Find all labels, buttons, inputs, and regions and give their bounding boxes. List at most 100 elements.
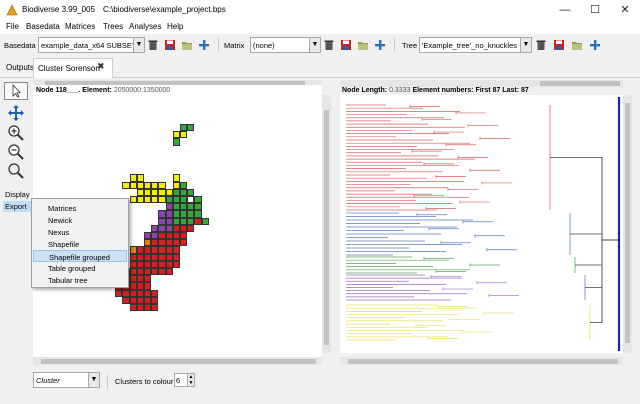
map-cell[interactable]	[129, 296, 137, 304]
matrix-dropdown-icon[interactable]: ▼	[309, 37, 321, 53]
map-cell[interactable]	[165, 196, 173, 204]
map-cell[interactable]	[144, 253, 152, 261]
map-cell[interactable]	[151, 246, 159, 254]
map-cell[interactable]	[194, 217, 202, 225]
export-shapefile[interactable]: Shapefile	[33, 238, 127, 250]
map-cell[interactable]	[151, 253, 159, 261]
map-cell[interactable]	[172, 174, 180, 182]
map-cell[interactable]	[136, 268, 144, 276]
export-nexus[interactable]: Nexus	[33, 226, 127, 238]
map-cell[interactable]	[144, 239, 152, 247]
map-cell[interactable]	[187, 217, 195, 225]
colour-by-select[interactable]: Cluster	[33, 372, 89, 388]
map-cell[interactable]	[144, 260, 152, 268]
map-cell[interactable]	[136, 181, 144, 189]
select-tool[interactable]	[4, 82, 28, 100]
map-cell[interactable]	[158, 196, 166, 204]
map-cell[interactable]	[129, 196, 137, 204]
map-cell[interactable]	[187, 124, 195, 132]
map-cell[interactable]	[180, 232, 188, 240]
dendrogram[interactable]	[340, 95, 623, 353]
map-cell[interactable]	[151, 304, 159, 312]
trash-icon[interactable]	[323, 39, 335, 51]
map-cell[interactable]	[165, 260, 173, 268]
trash-icon[interactable]	[147, 39, 159, 51]
map-cell[interactable]	[180, 124, 188, 132]
map-cell[interactable]	[129, 282, 137, 290]
save-icon[interactable]	[340, 39, 352, 51]
map-cell[interactable]	[172, 239, 180, 247]
map-cell[interactable]	[187, 210, 195, 218]
map-cell[interactable]	[165, 203, 173, 211]
map-cell[interactable]	[144, 181, 152, 189]
add-icon[interactable]	[589, 39, 601, 51]
map-cell[interactable]	[144, 188, 152, 196]
save-icon[interactable]	[553, 39, 565, 51]
map-cell[interactable]	[144, 275, 152, 283]
map-cell[interactable]	[165, 246, 173, 254]
close-window-button[interactable]: ✕	[610, 1, 640, 19]
display-menu[interactable]: Display	[5, 190, 30, 199]
map-cell[interactable]	[136, 289, 144, 297]
close-tab-icon[interactable]: ✖	[97, 61, 105, 72]
map-cell[interactable]	[129, 174, 137, 182]
map-cell[interactable]	[187, 224, 195, 232]
map-cell[interactable]	[172, 138, 180, 146]
map-cell[interactable]	[151, 239, 159, 247]
map-cell[interactable]	[172, 260, 180, 268]
zoom-fit-icon[interactable]	[7, 162, 25, 180]
map-cell[interactable]	[194, 196, 202, 204]
map-cell[interactable]	[201, 217, 209, 225]
map-cell[interactable]	[129, 253, 137, 261]
menu-file[interactable]: File	[6, 22, 19, 31]
map-cell[interactable]	[158, 210, 166, 218]
map-cell[interactable]	[172, 203, 180, 211]
zoom-out-icon[interactable]	[7, 143, 25, 161]
add-icon[interactable]	[374, 39, 386, 51]
map-cell[interactable]	[165, 239, 173, 247]
map-cell[interactable]	[151, 232, 159, 240]
map-cell[interactable]	[144, 289, 152, 297]
map-cell[interactable]	[136, 260, 144, 268]
menu-matrices[interactable]: Matrices	[65, 22, 95, 31]
zoom-in-icon[interactable]	[7, 124, 25, 142]
map-cell[interactable]	[151, 289, 159, 297]
export-table-grouped[interactable]: Table grouped	[33, 262, 127, 274]
map-cell[interactable]	[158, 188, 166, 196]
dendrogram-panel[interactable]	[340, 95, 623, 353]
folder-icon[interactable]	[181, 39, 193, 51]
tree-top-scrollbar[interactable]	[340, 80, 623, 87]
map-cell[interactable]	[136, 188, 144, 196]
export-shapefile-grouped[interactable]: Shapefile grouped	[33, 250, 127, 262]
map-cell[interactable]	[172, 246, 180, 254]
map-cell[interactable]	[180, 210, 188, 218]
map-cell[interactable]	[136, 196, 144, 204]
map-cell[interactable]	[180, 217, 188, 225]
map-cell[interactable]	[180, 188, 188, 196]
tree-horizontal-scrollbar[interactable]	[340, 357, 623, 365]
map-cell[interactable]	[187, 188, 195, 196]
tree-vertical-scrollbar[interactable]	[623, 95, 632, 353]
minimize-button[interactable]: —	[550, 1, 580, 19]
menu-basedata[interactable]: Basedata	[26, 22, 60, 31]
matrix-select[interactable]: (none)	[250, 37, 310, 53]
map-cell[interactable]	[180, 196, 188, 204]
map-cell[interactable]	[151, 260, 159, 268]
clusters-to-colour-spinner[interactable]: 6	[174, 373, 188, 387]
map-cell[interactable]	[136, 282, 144, 290]
map-cell[interactable]	[172, 253, 180, 261]
map-cell[interactable]	[115, 289, 123, 297]
map-cell[interactable]	[158, 268, 166, 276]
map-cell[interactable]	[136, 246, 144, 254]
menu-analyses[interactable]: Analyses	[129, 22, 161, 31]
map-cell[interactable]	[172, 188, 180, 196]
map-cell[interactable]	[136, 296, 144, 304]
colour-by-dropdown-icon[interactable]: ▼	[88, 372, 100, 388]
map-cell[interactable]	[151, 224, 159, 232]
export-tabular-tree[interactable]: Tabular tree	[33, 274, 127, 286]
map-cell[interactable]	[144, 268, 152, 276]
map-cell[interactable]	[172, 210, 180, 218]
export-menu[interactable]: Export	[3, 201, 31, 212]
map-cell[interactable]	[180, 224, 188, 232]
map-cell[interactable]	[129, 268, 137, 276]
